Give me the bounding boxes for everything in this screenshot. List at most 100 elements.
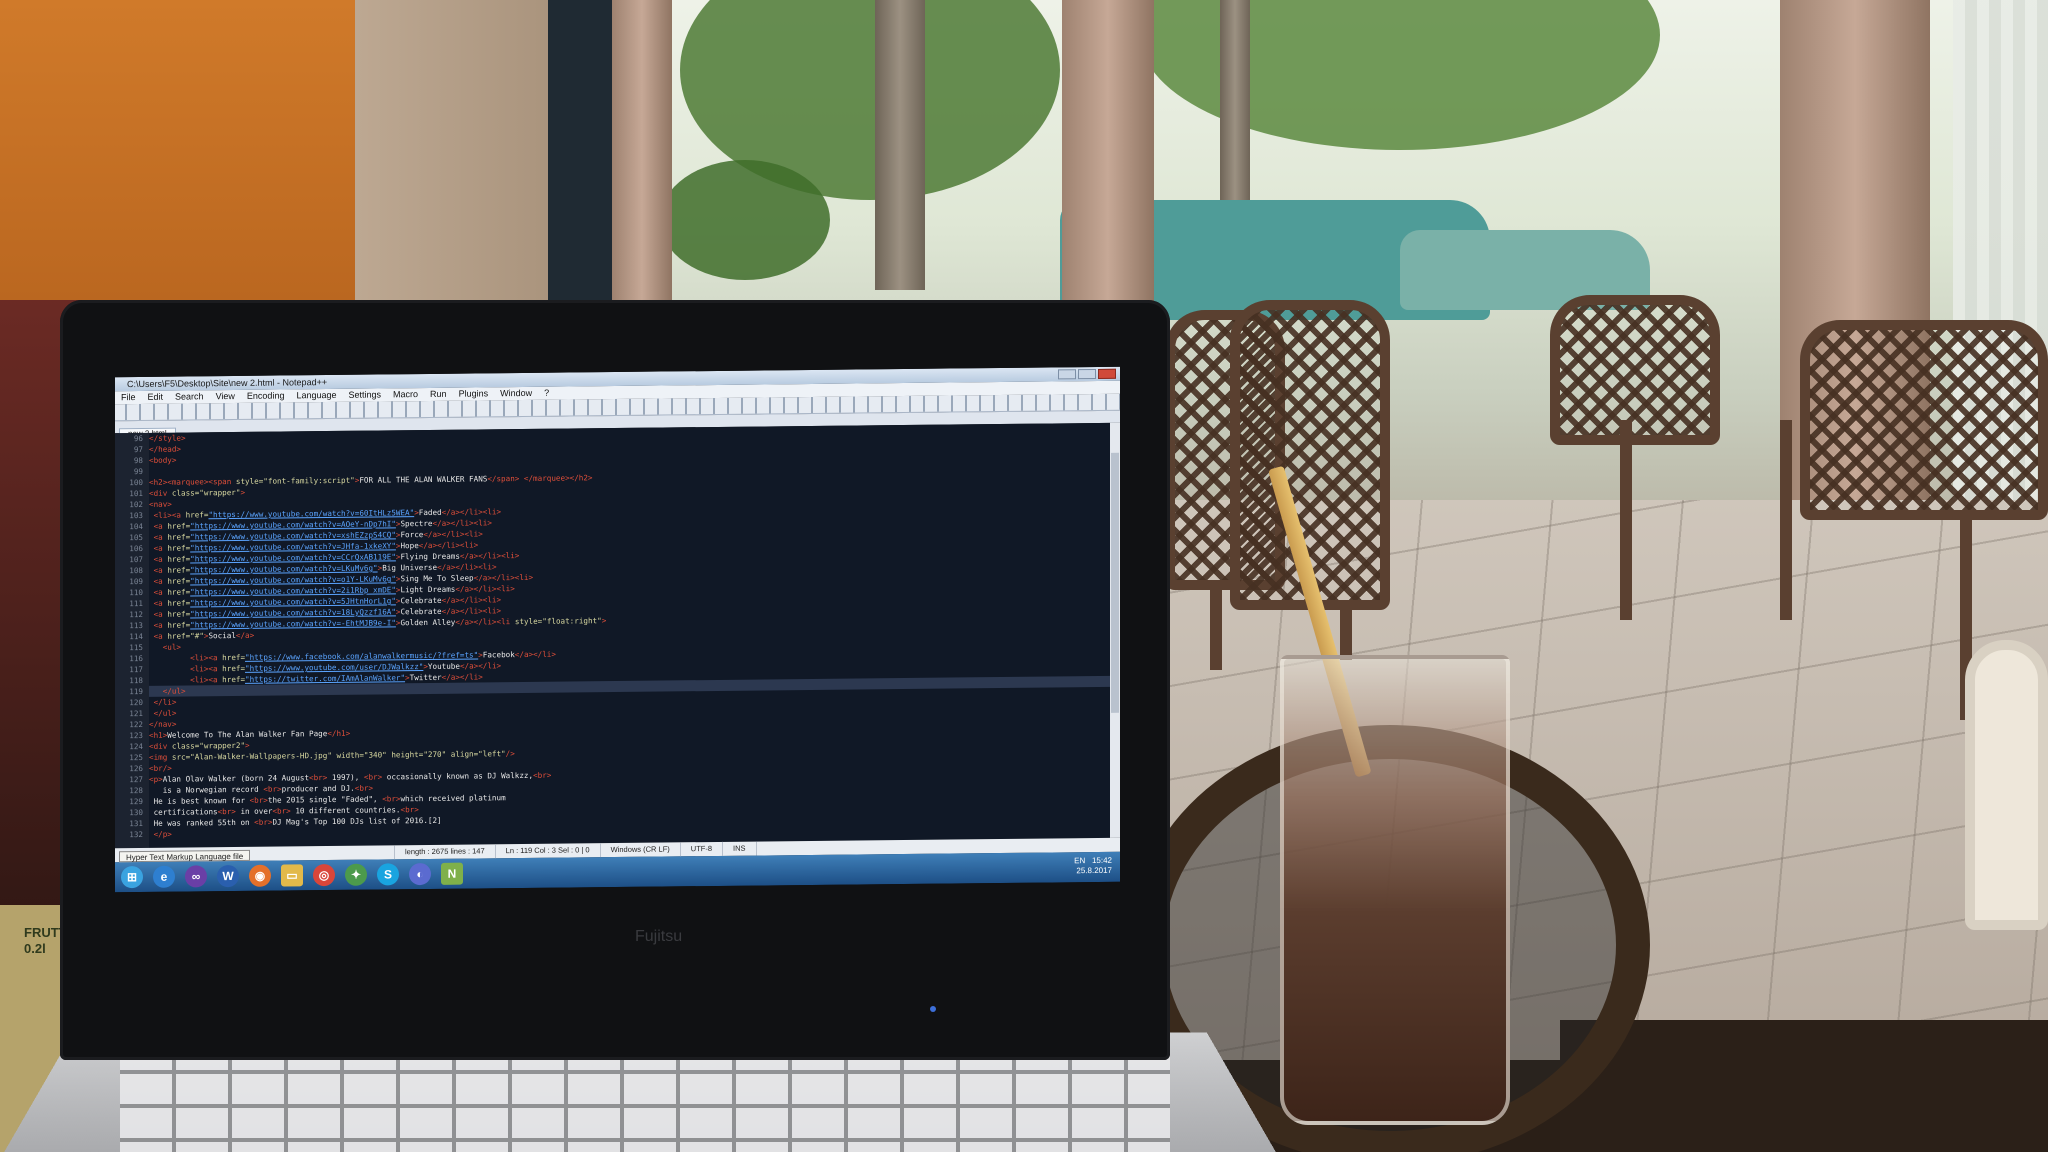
firefox-icon[interactable]: ◉ (249, 864, 271, 887)
minimize-button[interactable] (1058, 369, 1076, 380)
lower-wall (1560, 1020, 2048, 1152)
line-code: <body> (149, 455, 177, 465)
line-number: 97 (133, 444, 143, 455)
menu-run[interactable]: Run (430, 388, 447, 401)
menu-search[interactable]: Search (175, 390, 204, 403)
vertical-scrollbar[interactable] (1110, 422, 1120, 838)
power-led (930, 1006, 936, 1012)
line-number: 113 (129, 620, 143, 631)
chair-leg (1340, 600, 1352, 660)
line-number: 126 (129, 763, 143, 774)
system-tray[interactable]: EN 15:42 25.8.2017 (1074, 856, 1112, 876)
window-title: C:\Users\F5\Desktop\Site\new 2.html - No… (127, 377, 328, 390)
window-controls (1058, 368, 1116, 380)
taskbar-tooltip: Hyper Text Markup Language file (119, 849, 251, 863)
line-code: </style> (149, 433, 186, 443)
line-number: 125 (129, 752, 143, 763)
menu-help[interactable]: ? (544, 387, 549, 400)
line-number: 118 (129, 675, 143, 686)
notepad-plus-plus-icon[interactable]: N (441, 862, 463, 885)
line-number: 129 (129, 796, 143, 807)
line-number: 99 (133, 466, 143, 477)
line-number: 104 (129, 521, 143, 532)
tree-trunk (875, 0, 925, 290)
chrome-icon[interactable]: ◎ (313, 863, 335, 887)
tree-foliage (1140, 0, 1660, 150)
language-indicator[interactable]: EN (1074, 856, 1085, 865)
tree-foliage (660, 160, 830, 280)
line-number: 115 (129, 642, 143, 653)
start-button-icon[interactable]: ⊞ (121, 865, 143, 889)
menu-view[interactable]: View (216, 390, 235, 403)
app-icon-2[interactable]: ◐ (409, 862, 431, 886)
line-number: 102 (129, 499, 143, 510)
menu-edit[interactable]: Edit (148, 391, 164, 404)
status-position: Ln : 119 Col : 3 Sel : 0 | 0 (495, 843, 601, 859)
line-number: 110 (129, 587, 143, 598)
line-number: 108 (129, 565, 143, 576)
line-number: 111 (129, 598, 143, 609)
file-explorer-icon[interactable]: ▭ (281, 864, 303, 887)
clock-date[interactable]: 25.8.2017 (1076, 866, 1112, 875)
clock-time[interactable]: 15:42 (1092, 856, 1112, 865)
stone-column (612, 0, 672, 300)
table-leg (1620, 420, 1632, 620)
menu-file[interactable]: File (121, 391, 136, 404)
line-number: 130 (129, 807, 143, 818)
line-code: <nav> (149, 499, 172, 509)
line-number: 112 (129, 609, 143, 620)
line-number: 119 (129, 686, 143, 697)
line-number: 114 (129, 631, 143, 642)
menu-macro[interactable]: Macro (393, 388, 418, 401)
window-frame (548, 0, 620, 310)
menu-window[interactable]: Window (500, 387, 532, 400)
line-number: 116 (129, 653, 143, 664)
scrollbar-thumb[interactable] (1111, 452, 1119, 713)
line-code: <br/> (149, 763, 172, 773)
stone-column (1062, 0, 1154, 330)
line-number: 98 (133, 455, 143, 466)
line-number: 105 (129, 532, 143, 543)
close-button[interactable] (1098, 368, 1116, 379)
word-icon[interactable]: W (217, 864, 239, 888)
line-number: 100 (129, 477, 143, 488)
wicker-chair (1800, 320, 2048, 520)
upholstered-chair (1965, 640, 2048, 930)
laptop-screen: C:\Users\F5\Desktop\Site\new 2.html - No… (115, 366, 1120, 893)
line-code: </ul> (153, 708, 177, 718)
visual-studio-icon[interactable]: ∞ (185, 865, 207, 888)
line-number: 121 (129, 708, 143, 719)
skype-icon[interactable]: S (377, 863, 399, 886)
line-number: 103 (129, 510, 143, 521)
chair-leg (1210, 590, 1222, 670)
line-code: </p> (153, 829, 172, 839)
menu-settings[interactable]: Settings (349, 388, 382, 401)
orange-wall (0, 0, 380, 330)
line-number: 120 (129, 697, 143, 708)
line-number: 117 (129, 664, 143, 675)
line-number: 127 (129, 774, 143, 785)
line-code: <ul> (162, 642, 182, 652)
status-eol: Windows (CR LF) (600, 842, 681, 858)
line-number: 122 (129, 719, 143, 730)
line-code: </li> (153, 697, 177, 707)
menu-encoding[interactable]: Encoding (247, 389, 285, 402)
code-editor[interactable]: 96 </style> 97 </head> 98 <body> 99 100 <h2><mar… (115, 422, 1110, 849)
menu-plugins[interactable]: Plugins (459, 387, 489, 400)
table-leg (1780, 420, 1792, 620)
maximize-button[interactable] (1078, 368, 1096, 380)
laptop-brand: Fujitsu (635, 928, 683, 945)
tree-trunk (1220, 0, 1250, 220)
line-code: <div class="wrapper2"> (149, 740, 250, 751)
status-length: length : 2675 lines : 147 (395, 844, 496, 860)
line-code: </ul> (162, 686, 186, 696)
status-encoding: UTF-8 (680, 841, 724, 857)
app-icon[interactable]: ✦ (345, 863, 367, 886)
line-number: 124 (129, 741, 143, 752)
status-mode: INS (723, 841, 757, 856)
line-number: 132 (129, 829, 143, 840)
internet-explorer-icon[interactable]: e (153, 865, 175, 888)
menu-language[interactable]: Language (296, 389, 336, 402)
iced-coffee-glass (1280, 655, 1510, 1125)
beige-wall (355, 0, 570, 310)
